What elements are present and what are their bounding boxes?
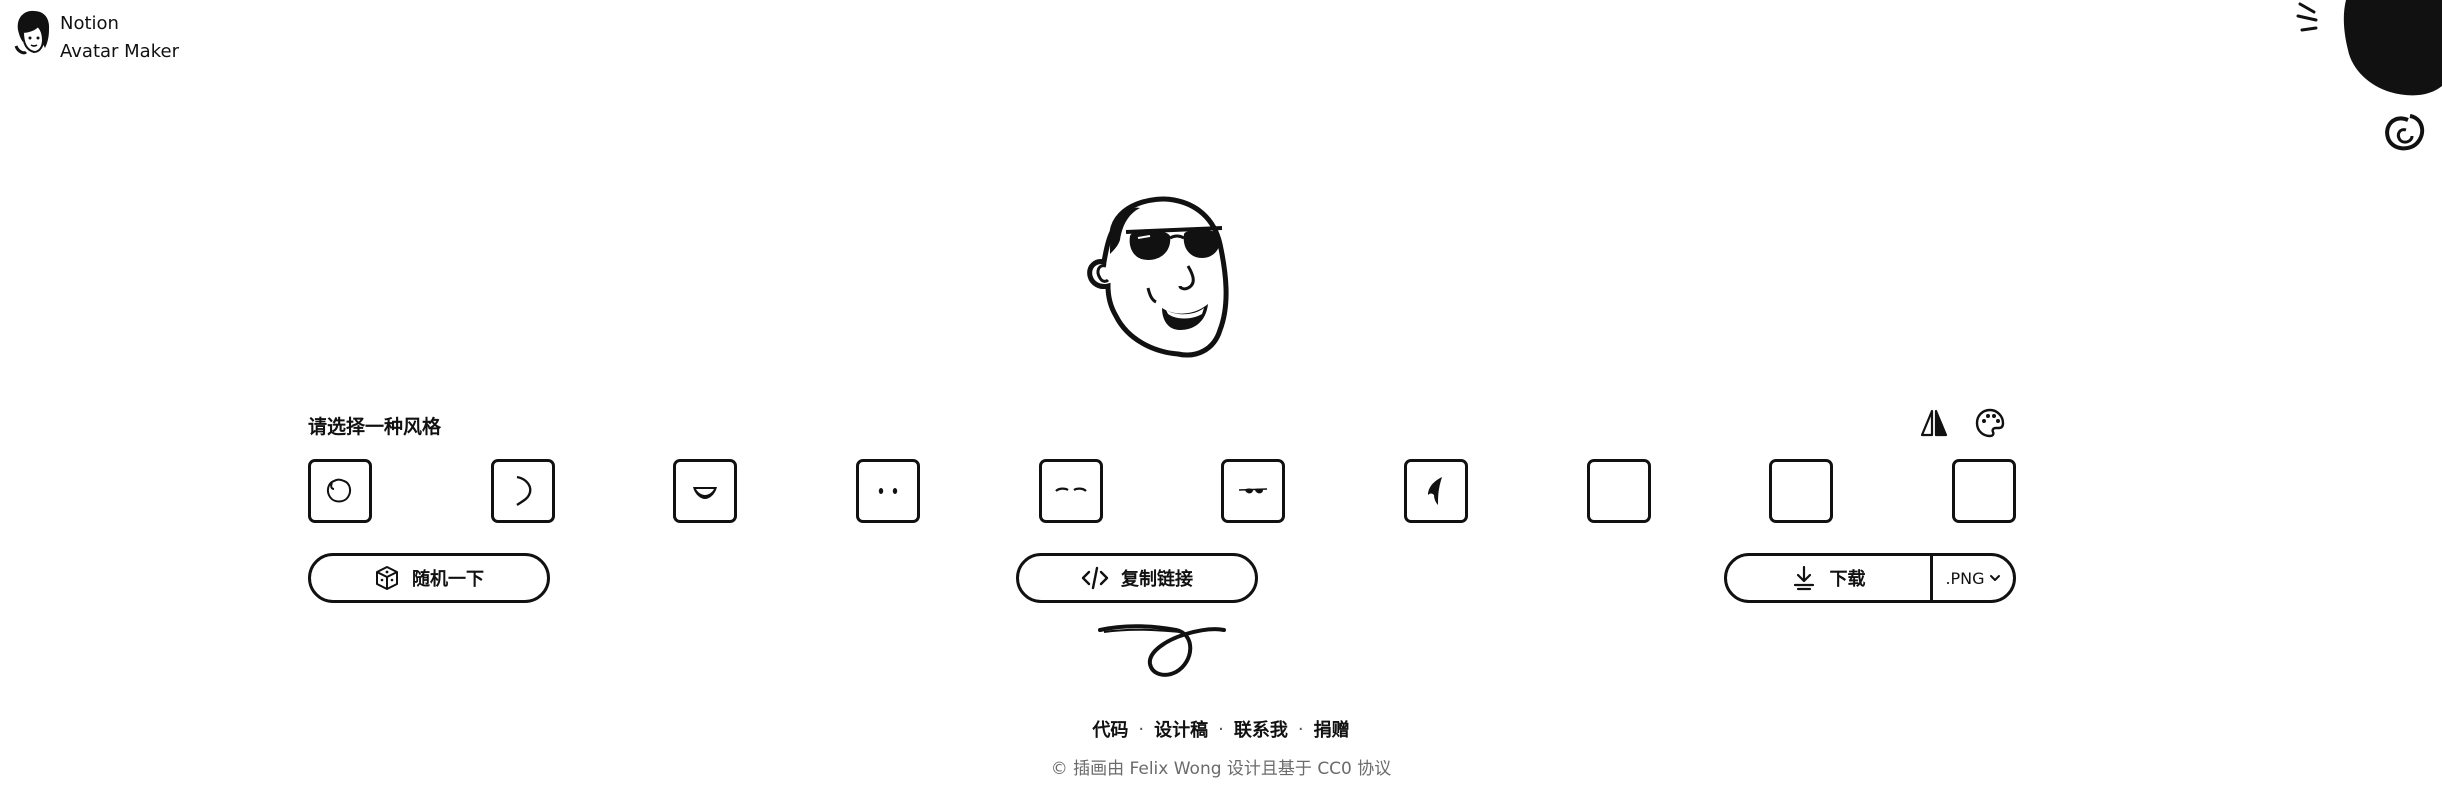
style-option-face[interactable] bbox=[308, 459, 372, 523]
style-option-hair[interactable] bbox=[1403, 459, 1468, 523]
eyebrows-icon bbox=[1054, 487, 1087, 492]
code-icon bbox=[1081, 566, 1109, 590]
footer-link-design[interactable]: 设计稿 bbox=[1154, 716, 1208, 742]
copy-link-label: 复制链接 bbox=[1121, 569, 1193, 590]
logo-icon bbox=[14, 10, 50, 55]
style-option-beard[interactable] bbox=[1951, 459, 2016, 523]
style-section-title: 请选择一种风格 bbox=[308, 416, 442, 438]
footer-link-contact[interactable]: 联系我 bbox=[1234, 716, 1288, 742]
brand-title-line1: Notion bbox=[60, 13, 119, 34]
cube-icon bbox=[376, 566, 398, 590]
palette-icon bbox=[1975, 408, 2005, 438]
format-select[interactable]: .PNG bbox=[1930, 556, 2013, 600]
style-option-eyebrows[interactable] bbox=[1038, 459, 1103, 523]
footer-link-donate[interactable]: 捐赠 bbox=[1314, 716, 1350, 742]
eyes-icon bbox=[878, 488, 898, 494]
style-option-eyes[interactable] bbox=[855, 459, 920, 523]
style-selector bbox=[308, 459, 2016, 523]
glasses-icon bbox=[1239, 488, 1268, 494]
footer-credit: © 插画由 Felix Wong 设计且基于 CC0 协议 bbox=[1050, 759, 1392, 779]
style-option-glasses[interactable] bbox=[1221, 459, 1286, 523]
flip-icon bbox=[1920, 409, 1948, 437]
download-group: 下载 .PNG bbox=[1724, 553, 2016, 603]
hair-icon bbox=[1427, 477, 1442, 505]
footer-link-code[interactable]: 代码 bbox=[1092, 716, 1128, 742]
chevron-down-icon bbox=[1989, 575, 2000, 581]
decoration-blob-icon bbox=[2296, 0, 2442, 151]
squiggle-decoration-icon bbox=[1098, 624, 1226, 677]
footer-links: 代码 · 设计稿 · 联系我 · 捐赠 bbox=[0, 716, 2442, 742]
ear-icon bbox=[515, 475, 532, 506]
download-button[interactable]: 下载 bbox=[1727, 556, 1930, 600]
style-option-accessory[interactable] bbox=[1586, 459, 1651, 523]
mouth-icon bbox=[693, 487, 718, 499]
flip-button[interactable] bbox=[1916, 405, 1952, 441]
brand-title-line2: Avatar Maker bbox=[60, 41, 179, 62]
style-option-mouth[interactable] bbox=[673, 459, 738, 523]
download-label: 下载 bbox=[1829, 569, 1866, 590]
random-button[interactable]: 随机一下 bbox=[308, 553, 550, 603]
brand[interactable]: Notion Avatar Maker bbox=[12, 8, 179, 66]
footer-separator: · bbox=[1297, 718, 1304, 740]
footer-separator: · bbox=[1138, 718, 1145, 740]
avatar-preview bbox=[1087, 196, 1229, 358]
copy-link-button[interactable]: 复制链接 bbox=[1016, 553, 1258, 603]
format-value: .PNG bbox=[1945, 568, 1985, 588]
download-icon bbox=[1793, 565, 1814, 591]
footer-separator: · bbox=[1218, 718, 1224, 740]
palette-button[interactable] bbox=[1972, 405, 2008, 441]
random-button-label: 随机一下 bbox=[412, 569, 484, 590]
style-option-details[interactable] bbox=[1769, 459, 1834, 523]
style-option-ears[interactable] bbox=[490, 459, 555, 523]
face-icon bbox=[326, 478, 352, 503]
